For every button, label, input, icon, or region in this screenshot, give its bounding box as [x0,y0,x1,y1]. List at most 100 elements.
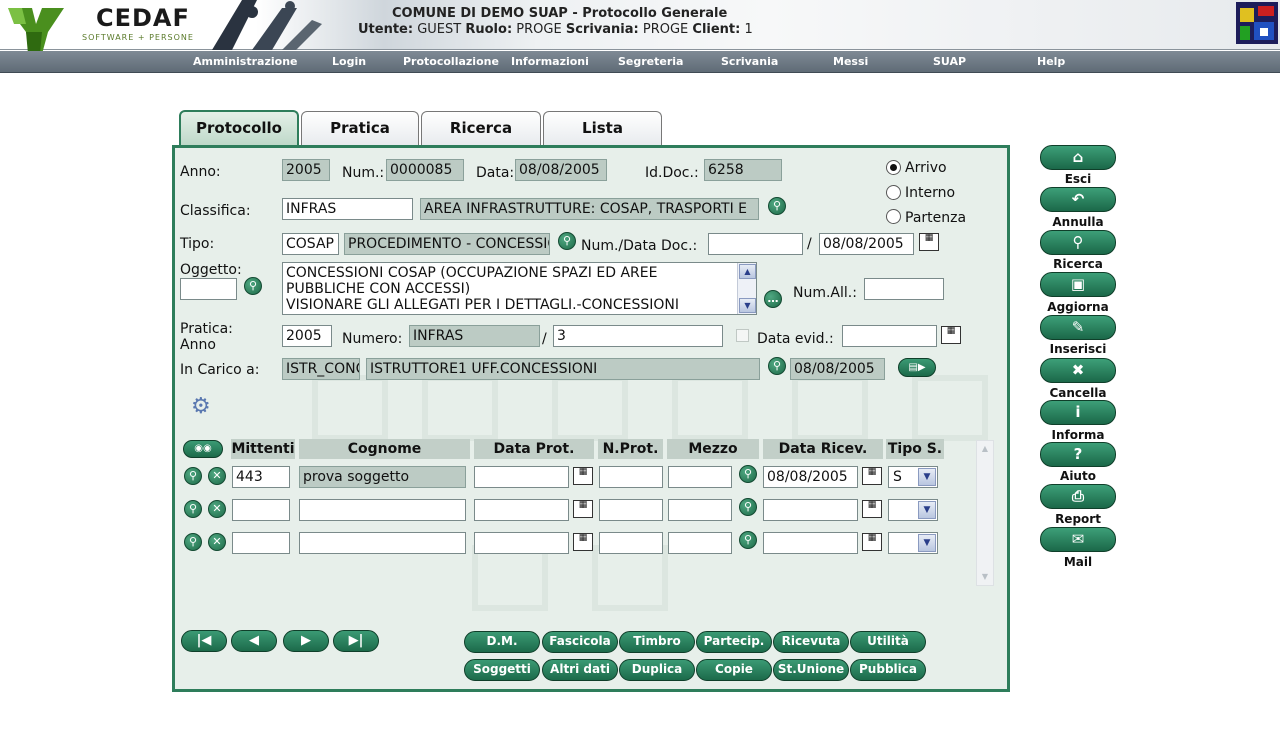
row-search-icon[interactable]: ⚲ [184,500,202,518]
anno-field[interactable]: 2005 [282,159,330,181]
aiuto-button[interactable]: ? [1040,442,1116,467]
numall-field[interactable] [864,278,944,300]
partecip-button[interactable]: Partecip. [696,631,772,653]
row-cognome-field[interactable] [299,532,466,554]
pubblica-button[interactable]: Pubblica [850,659,926,681]
row-mezzo-field[interactable] [668,499,732,521]
nav-first-button[interactable]: |◀ [181,630,227,652]
dataevid-checkbox[interactable] [736,329,749,342]
row-data-ricev-calendar-icon[interactable]: ▦ [862,533,882,551]
row-data-prot-field[interactable] [474,466,569,488]
row-mezzo-search-icon[interactable]: ⚲ [739,531,757,549]
oggetto-scrollbar[interactable]: ▲ ▼ [737,263,756,314]
scroll-down-icon[interactable]: ▼ [739,298,756,313]
row-data-ricev-calendar-icon[interactable]: ▦ [862,467,882,485]
menu-scrivania[interactable]: Scrivania [721,55,778,68]
row-search-icon[interactable]: ⚲ [184,533,202,551]
mail-button[interactable]: ✉ [1040,527,1116,552]
copie-button[interactable]: Copie [696,659,772,681]
row-mittente-field[interactable]: 443 [232,466,290,488]
annulla-button[interactable]: ↶ [1040,187,1116,212]
row-nprot-field[interactable] [599,532,663,554]
utilita-button[interactable]: Utilità [850,631,926,653]
chevron-down-icon[interactable]: ▼ [918,501,936,519]
tipo-search-icon[interactable]: ⚲ [558,232,576,250]
numdoc-field[interactable] [708,233,803,255]
row-delete-icon[interactable]: ✕ [208,500,226,518]
altri-dati-button[interactable]: Altri dati [542,659,618,681]
dataevid-calendar-icon[interactable]: ▦ [941,326,961,344]
row-data-ricev-field[interactable]: 08/08/2005 [763,466,858,488]
radio-interno[interactable] [886,185,901,200]
chevron-down-icon[interactable]: ▼ [918,534,936,552]
settings-gear-icon[interactable]: ⚙ [191,396,211,418]
scroll-up-icon[interactable]: ▲ [739,264,756,279]
num-field[interactable]: 0000085 [386,159,464,181]
nav-prev-button[interactable]: ◀ [231,630,277,652]
ricerca-button[interactable]: ⚲ [1040,230,1116,255]
menu-protocollazione[interactable]: Protocollazione [403,55,499,68]
radio-partenza[interactable] [886,209,901,224]
soggetti-button[interactable]: Soggetti [464,659,540,681]
oggetto-textarea[interactable]: CONCESSIONI COSAP (OCCUPAZIONE SPAZI ED … [282,262,757,315]
menu-messi[interactable]: Messi [833,55,868,68]
datadoc-calendar-icon[interactable]: ▦ [919,233,939,251]
pratica-anno-field[interactable]: 2005 [282,325,332,347]
tipo-code-field[interactable]: COSAP [282,233,339,255]
informa-button[interactable]: i [1040,400,1116,425]
incarico-search-icon[interactable]: ⚲ [768,357,786,375]
row-search-icon[interactable]: ⚲ [184,467,202,485]
row-cognome-field[interactable] [299,499,466,521]
nav-last-button[interactable]: ▶| [333,630,379,652]
row-nprot-field[interactable] [599,499,663,521]
row-delete-icon[interactable]: ✕ [208,533,226,551]
incarico-forward-button[interactable]: ▤▶ [898,358,936,377]
row-mezzo-search-icon[interactable]: ⚲ [739,465,757,483]
chevron-down-icon[interactable]: ▼ [918,468,936,486]
cancella-button[interactable]: ✖ [1040,358,1116,383]
row-data-ricev-field[interactable] [763,532,858,554]
duplica-button[interactable]: Duplica [619,659,695,681]
iddoc-field[interactable]: 6258 [704,159,782,181]
row-nprot-field[interactable] [599,466,663,488]
row-tipo-select[interactable]: ▼ [888,499,938,521]
scroll-down-icon[interactable]: ▼ [978,570,992,584]
menu-suap[interactable]: SUAP [933,55,966,68]
row-mittente-field[interactable] [232,499,290,521]
inserisci-button[interactable]: ✎ [1040,315,1116,340]
row-tipo-select[interactable]: S ▼ [888,466,938,488]
row-mittente-field[interactable] [232,532,290,554]
row-data-prot-field[interactable] [474,532,569,554]
ricevuta-button[interactable]: Ricevuta [773,631,849,653]
numero-num-field[interactable]: 3 [553,325,723,347]
report-button[interactable]: ⎙ [1040,484,1116,509]
menu-login[interactable]: Login [332,55,366,68]
dataevid-field[interactable] [842,325,937,347]
aggiorna-button[interactable]: ▣ [1040,272,1116,297]
row-mezzo-search-icon[interactable]: ⚲ [739,498,757,516]
grid-binoculars-icon[interactable]: ◉◉ [183,440,223,458]
fascicola-button[interactable]: Fascicola [542,631,618,653]
classifica-code-field[interactable]: INFRAS [282,198,413,220]
grid-scrollbar[interactable]: ▲ ▼ [976,440,994,586]
oggetto-more-icon[interactable]: … [764,290,782,308]
row-data-prot-field[interactable] [474,499,569,521]
radio-arrivo[interactable] [886,160,901,175]
tab-lista[interactable]: Lista [543,111,662,145]
menu-segreteria[interactable]: Segreteria [618,55,683,68]
row-data-prot-calendar-icon[interactable]: ▦ [573,467,593,485]
menu-amministrazione[interactable]: Amministrazione [193,55,297,68]
row-tipo-select[interactable]: ▼ [888,532,938,554]
menu-informazioni[interactable]: Informazioni [511,55,589,68]
tab-protocollo[interactable]: Protocollo [179,110,299,147]
nav-next-button[interactable]: ▶ [283,630,329,652]
classifica-search-icon[interactable]: ⚲ [768,197,786,215]
scroll-up-icon[interactable]: ▲ [978,442,992,456]
tab-pratica[interactable]: Pratica [301,111,419,145]
oggetto-code-field[interactable] [180,278,237,300]
st-unione-button[interactable]: St.Unione [773,659,849,681]
row-data-ricev-field[interactable] [763,499,858,521]
row-data-prot-calendar-icon[interactable]: ▦ [573,500,593,518]
row-data-ricev-calendar-icon[interactable]: ▦ [862,500,882,518]
oggetto-search-icon[interactable]: ⚲ [244,277,262,295]
